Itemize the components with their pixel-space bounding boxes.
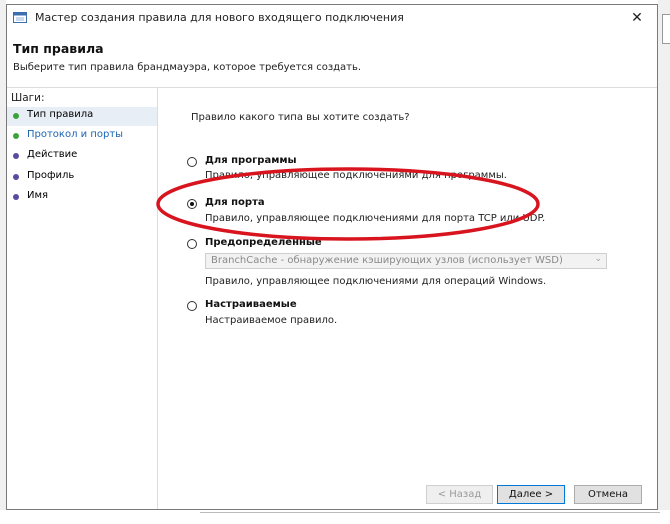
background-divider [200,512,660,513]
radio-port[interactable] [187,199,197,209]
steps-title: Шаги: [11,92,45,104]
step-rule-type[interactable]: Тип правила [7,107,157,126]
option-title: Предопределенные [205,237,322,248]
step-label: Тип правила [27,109,94,120]
option-title: Для порта [205,197,265,208]
option-title: Настраиваемые [205,299,297,310]
option-description: Настраиваемое правило. [205,315,338,326]
predefined-rule-dropdown[interactable]: BranchCache - обнаружение кэширующих узл… [205,253,607,269]
step-pending-icon [13,194,19,200]
chevron-down-icon: ⌄ [594,254,602,264]
radio-predefined[interactable] [187,239,197,249]
page-title: Тип правила [13,41,104,56]
option-description: Правило, управляющее подключениями для п… [205,170,507,181]
cancel-button[interactable]: Отмена [574,485,642,504]
close-icon[interactable]: ✕ [617,5,657,31]
option-title: Для программы [205,155,297,166]
next-button[interactable]: Далее > [497,485,565,504]
title-bar: Мастер создания правила для нового входя… [7,5,657,31]
firewall-window-icon [13,12,27,23]
step-pending-icon [13,174,19,180]
step-label: Профиль [27,170,75,181]
background-window-bottom [0,510,670,524]
wizard-window: Мастер создания правила для нового входя… [6,4,658,510]
dropdown-value: BranchCache - обнаружение кэширующих узл… [211,255,563,266]
step-name[interactable]: Имя [7,188,157,207]
step-profile[interactable]: Профиль [7,168,157,187]
rule-type-question: Правило какого типа вы хотите создать? [191,112,410,123]
window-title: Мастер создания правила для нового входя… [35,11,404,24]
option-description: Правило, управляющее подключениями для о… [205,276,547,287]
background-scroll-box [662,14,670,44]
step-action[interactable]: Действие [7,147,157,166]
radio-program[interactable] [187,157,197,167]
back-button[interactable]: < Назад [426,485,493,504]
step-pending-icon [13,153,19,159]
step-completed-icon [13,113,19,119]
content-panel: Правило какого типа вы хотите создать? Д… [158,88,657,509]
step-current-icon [13,133,19,139]
steps-panel: Шаги: Тип правила Протокол и порты Дейст… [7,88,158,509]
step-label: Действие [27,149,78,160]
option-description: Правило, управляющее подключениями для п… [205,213,546,224]
step-label: Имя [27,190,49,201]
wizard-header: Тип правила Выберите тип правила брандма… [7,31,657,88]
step-label: Протокол и порты [27,129,124,140]
radio-custom[interactable] [187,301,197,311]
step-protocol-ports[interactable]: Протокол и порты [7,127,157,146]
page-subtitle: Выберите тип правила брандмауэра, которо… [13,62,362,73]
background-window-right [658,0,670,524]
